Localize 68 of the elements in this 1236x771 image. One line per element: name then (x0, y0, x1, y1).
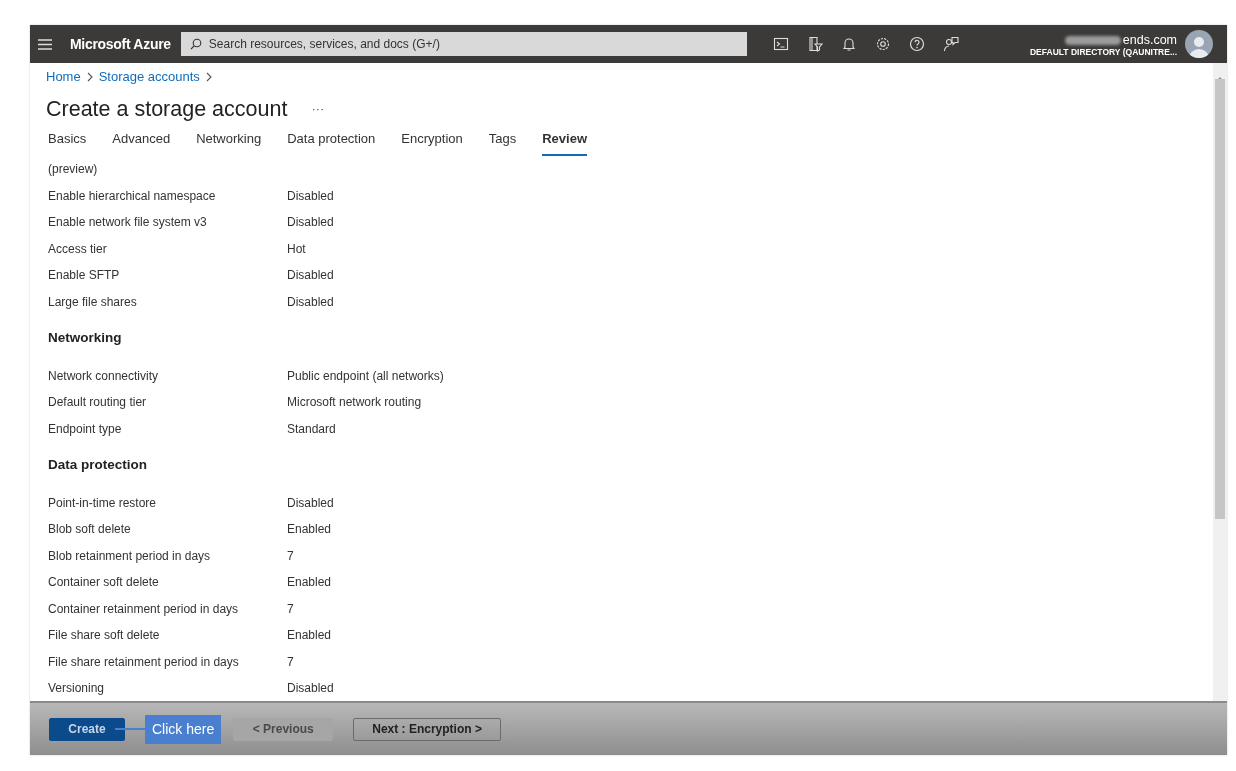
help-icon[interactable] (908, 36, 925, 52)
field-label: Enable hierarchical namespace (48, 187, 217, 205)
breadcrumb-link[interactable]: Storage accounts (98, 67, 200, 87)
breadcrumb-link[interactable]: Home (46, 67, 81, 87)
feedback-icon[interactable] (942, 36, 959, 52)
settings-icon[interactable] (874, 36, 891, 52)
brand-name[interactable]: Microsoft Azure (70, 33, 171, 55)
field-label: Network connectivity (48, 367, 160, 385)
field-value: Standard (287, 420, 336, 438)
tab[interactable]: Review (542, 127, 588, 156)
field-label: Access tier (48, 240, 108, 258)
tab[interactable]: Data protection (287, 127, 376, 156)
field-label: Endpoint type (48, 420, 123, 438)
field-label: Container retainment period in days (48, 600, 240, 618)
field-label: Blob soft delete (48, 521, 132, 538)
leader-line (115, 728, 145, 730)
field-label: Blob retainment period in days (48, 547, 212, 565)
tab[interactable]: Encryption (401, 127, 463, 156)
scrollbar[interactable] (1213, 63, 1227, 701)
callout-label: Click here (145, 714, 222, 744)
field-value: Disabled (287, 293, 334, 311)
menu-icon[interactable] (38, 38, 52, 50)
wizard-button[interactable]: Create (49, 717, 125, 741)
search-icon (189, 38, 202, 50)
field-label: Versioning (48, 680, 106, 697)
field-label: Large file shares (48, 293, 138, 311)
field-value: Disabled (287, 680, 334, 697)
field-value: 7 (287, 653, 294, 671)
field-label: Enable SFTP (48, 267, 121, 284)
field-label: Point-in-time restore (48, 494, 158, 512)
field-value: Hot (287, 240, 306, 258)
field-label: Default routing tier (48, 394, 148, 411)
chevron-icon (86, 72, 93, 82)
tab[interactable]: Advanced (112, 127, 171, 156)
avatar-icon[interactable] (1185, 30, 1213, 58)
tab[interactable]: Networking (196, 127, 262, 156)
field-label: (preview) (48, 161, 99, 178)
field-value: Microsoft network routing (287, 394, 422, 411)
field-value: 7 (287, 547, 294, 565)
field-label: File share retainment period in days (48, 653, 240, 671)
field-value: Public endpoint (all networks) (287, 367, 444, 385)
field-value: 7 (287, 600, 294, 618)
account-email: ends.com (1122, 33, 1177, 48)
field-value: Enabled (287, 521, 332, 538)
field-label: File share soft delete (48, 627, 161, 644)
search-field[interactable]: Search resources, services, and docs (G+/) (180, 32, 747, 56)
redacted-block (1064, 35, 1121, 45)
field-value: Disabled (287, 494, 334, 512)
field-value: Enabled (287, 574, 332, 591)
terminal-icon[interactable] (772, 36, 789, 52)
section-heading: Networking (48, 329, 123, 348)
chevron-icon (205, 72, 212, 82)
more-menu[interactable]: ··· (311, 99, 325, 119)
page-title: Create a storage account (46, 96, 288, 123)
directory-name: DEFAULT DIRECTORY (QAUNITRE... (1029, 48, 1177, 58)
field-value: Disabled (287, 187, 334, 205)
section-heading: Data protection (48, 456, 148, 475)
tab[interactable]: Basics (48, 127, 87, 156)
scrollbar-thumb[interactable] (1215, 79, 1225, 519)
field-value: Enabled (287, 627, 332, 644)
directory-filter-icon[interactable] (806, 36, 823, 52)
field-value: Disabled (287, 214, 334, 231)
field-label: Enable network file system v3 (48, 214, 208, 231)
bell-icon[interactable] (840, 36, 857, 52)
field-label: Container soft delete (48, 574, 160, 591)
wizard-button[interactable]: Next : Encryption > (353, 717, 501, 741)
tab[interactable]: Tags (488, 127, 517, 156)
field-value: Disabled (287, 267, 334, 284)
